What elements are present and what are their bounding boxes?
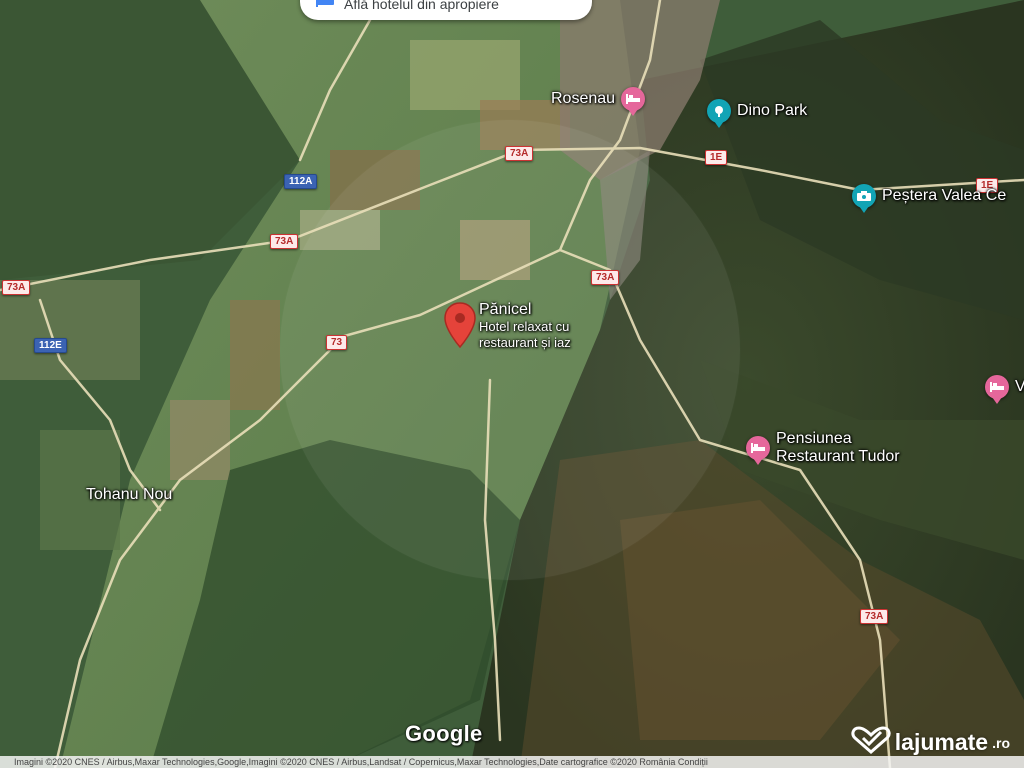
camera-icon bbox=[852, 184, 876, 213]
panicel-description-line2: restaurant și iaz bbox=[479, 335, 571, 350]
place-label-rosenau: Rosenau bbox=[551, 90, 616, 108]
poi-pestera-valea[interactable]: Peștera Valea Ce bbox=[852, 184, 1007, 213]
poi-dino-park[interactable]: Dino Park bbox=[707, 99, 808, 128]
pensiunea-line1: Pensiunea bbox=[776, 430, 852, 447]
place-label-tohanu-nou: Tohanu Nou bbox=[86, 486, 173, 503]
place-label-partial-v: V bbox=[1015, 378, 1024, 396]
poi-pensiunea-tudor[interactable]: Pensiunea Restaurant Tudor bbox=[746, 430, 900, 465]
brand-name: lajumate bbox=[894, 729, 989, 755]
road-shield-73: 73 bbox=[326, 335, 348, 350]
hotel-icon bbox=[985, 375, 1009, 404]
panicel-description-line1: Hotel relaxat cu bbox=[479, 319, 570, 334]
nearby-hotels-text: Află hotelul din apropiere bbox=[344, 0, 499, 12]
place-label-pestera-valea: Peștera Valea Ce bbox=[882, 187, 1007, 205]
road-shield-112a: 112A bbox=[284, 174, 318, 189]
place-label-panicel: Pănicel bbox=[479, 301, 532, 318]
selected-location-pin-icon[interactable] bbox=[444, 302, 476, 353]
road-shield-112e: 112E bbox=[34, 338, 67, 353]
hotel-icon bbox=[746, 435, 770, 465]
road-shield-73a: 73A bbox=[2, 280, 31, 295]
google-logo: Google bbox=[405, 721, 483, 746]
place-label-pensiunea-tudor: Pensiunea Restaurant Tudor bbox=[776, 430, 900, 465]
road-shield-73a: 73A bbox=[505, 146, 534, 161]
map-attribution[interactable]: Imagini ©2020 CNES / Airbus,Maxar Techno… bbox=[0, 756, 1024, 768]
road-shield-73a: 73A bbox=[860, 609, 889, 624]
hotel-icon bbox=[621, 87, 646, 116]
road-shield-1e: 1E bbox=[705, 150, 728, 165]
pensiunea-line2: Restaurant Tudor bbox=[776, 447, 900, 465]
bed-icon bbox=[316, 0, 334, 12]
place-label-dino-park: Dino Park bbox=[737, 102, 808, 120]
road-shield-73a: 73A bbox=[270, 234, 299, 249]
attraction-icon bbox=[707, 99, 731, 128]
lajumate-watermark: lajumate .ro bbox=[851, 726, 1010, 759]
satellite-map[interactable] bbox=[0, 0, 1024, 768]
brand-suffix: .ro bbox=[992, 734, 1010, 751]
nearby-hotels-chip[interactable]: Află hotelul din apropiere bbox=[300, 0, 592, 20]
heart-check-icon bbox=[851, 726, 891, 759]
poi-partial-v[interactable]: V bbox=[985, 375, 1024, 404]
road-shield-73a: 73A bbox=[591, 270, 620, 285]
poi-rosenau[interactable]: Rosenau bbox=[551, 87, 646, 116]
